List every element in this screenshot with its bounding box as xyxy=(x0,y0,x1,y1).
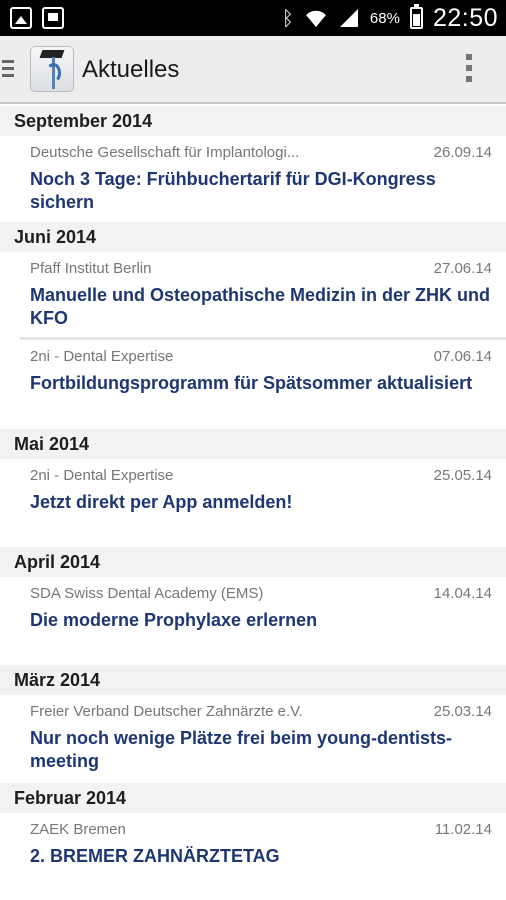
news-date: 25.03.14 xyxy=(433,703,492,720)
news-source: Pfaff Institut Berlin xyxy=(30,260,152,277)
app-logo-icon[interactable] xyxy=(30,46,74,92)
news-title: Manuelle und Osteopathische Medizin in d… xyxy=(30,285,491,328)
news-item[interactable]: SDA Swiss Dental Academy (EMS) 14.04.14 … xyxy=(0,577,506,665)
news-source: Deutsche Gesellschaft für Implantologi..… xyxy=(30,144,300,161)
wifi-icon xyxy=(305,10,326,27)
cell-signal-icon xyxy=(339,9,358,27)
news-source: Freier Verband Deutscher Zahnärzte e.V. xyxy=(30,703,303,720)
battery-icon xyxy=(409,4,423,29)
section-header: September 2014 xyxy=(0,106,506,136)
news-item[interactable]: Pfaff Institut Berlin 27.06.14 Manuelle … xyxy=(0,252,506,337)
news-item[interactable]: 2ni - Dental Expertise 25.05.14 Jetzt di… xyxy=(0,459,506,547)
status-bar: ᛒ 68% 22:50 xyxy=(0,0,506,36)
page-title: Aktuelles xyxy=(82,56,180,83)
drawer-menu-icon[interactable] xyxy=(2,60,16,78)
news-item[interactable]: 2ni - Dental Expertise 07.06.14 Fortbild… xyxy=(0,340,506,429)
image-notification-icon xyxy=(10,7,32,29)
news-source: ZAEK Bremen xyxy=(30,821,126,838)
action-bar: Aktuelles xyxy=(0,36,506,104)
battery-percentage: 68% xyxy=(369,9,400,27)
news-title: Jetzt direkt per App anmelden! xyxy=(30,492,293,512)
news-title: Noch 3 Tage: Frühbuchertarif für DGI-Kon… xyxy=(30,169,436,212)
news-list: September 2014 Deutsche Gesellschaft für… xyxy=(0,106,506,883)
news-source: 2ni - Dental Expertise xyxy=(30,348,174,365)
section-header: Mai 2014 xyxy=(0,429,506,459)
news-title: Die moderne Prophylaxe erlernen xyxy=(30,610,318,630)
news-item[interactable]: Freier Verband Deutscher Zahnärzte e.V. … xyxy=(0,695,506,783)
news-item[interactable]: Deutsche Gesellschaft für Implantologi..… xyxy=(0,136,506,222)
overflow-menu-icon[interactable] xyxy=(466,54,472,84)
news-source: 2ni - Dental Expertise xyxy=(30,467,174,484)
news-date: 07.06.14 xyxy=(433,348,492,365)
bluetooth-icon: ᛒ xyxy=(281,6,294,30)
news-date: 11.02.14 xyxy=(434,821,492,838)
news-date: 25.05.14 xyxy=(433,467,492,484)
section-header: Februar 2014 xyxy=(0,783,506,813)
clock: 22:50 xyxy=(432,3,498,32)
tv-notification-icon xyxy=(42,7,64,29)
news-title: Nur noch wenige Plätze frei beim young-d… xyxy=(30,728,453,771)
section-header: Juni 2014 xyxy=(0,222,506,252)
news-source: SDA Swiss Dental Academy (EMS) xyxy=(30,585,264,602)
news-item[interactable]: ZAEK Bremen 11.02.14 2. BREMER ZAHNÄRZTE… xyxy=(0,813,506,883)
news-date: 26.09.14 xyxy=(433,144,492,161)
section-header: April 2014 xyxy=(0,547,506,577)
news-date: 27.06.14 xyxy=(433,260,492,277)
news-title: 2. BREMER ZAHNÄRZTETAG xyxy=(30,846,280,866)
section-header: März 2014 xyxy=(0,665,506,695)
news-date: 14.04.14 xyxy=(433,585,492,602)
news-title: Fortbildungsprogramm für Spätsommer aktu… xyxy=(30,373,473,393)
